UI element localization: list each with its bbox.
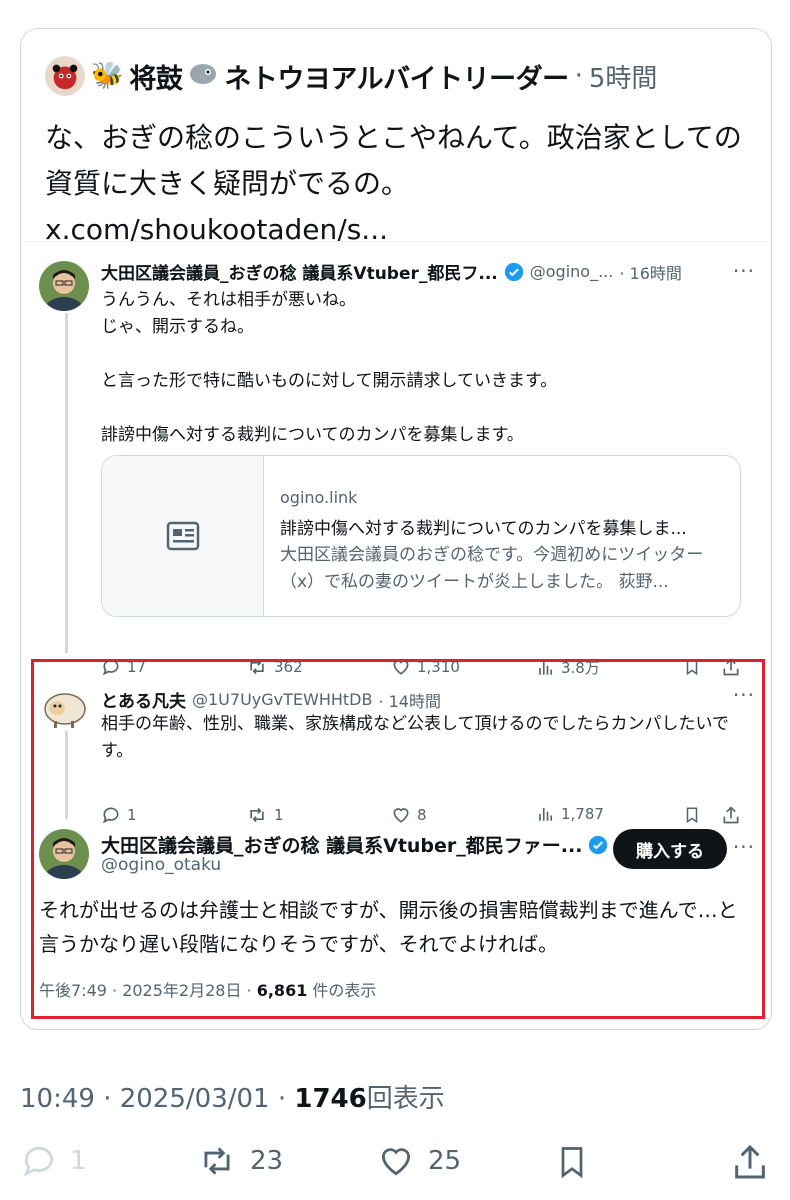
post-header: 大田区議会議員_おぎの稔 議員系Vtuber_都民ファー...	[101, 831, 608, 858]
heart-icon	[381, 1148, 411, 1176]
share-icon	[735, 1144, 765, 1179]
avatar[interactable]	[39, 261, 89, 311]
repost-count: 23	[250, 1146, 284, 1176]
quote-time[interactable]: 5時間	[589, 58, 658, 95]
more-options-icon[interactable]: ···	[733, 259, 755, 283]
bird-icon	[188, 60, 218, 93]
handle[interactable]: @1U7UyGvTEWHHtDB	[192, 690, 372, 709]
bookmark-button[interactable]	[683, 805, 701, 825]
tweet-view-count: 1746	[294, 1084, 367, 1114]
like-button[interactable]: 25	[376, 1142, 461, 1180]
post-timestamp[interactable]: 午後7:49 · 2025年2月28日 ·	[39, 981, 257, 1000]
bookmark-icon	[561, 1147, 583, 1179]
views-icon	[539, 808, 553, 821]
views-button[interactable]: 1,787	[537, 805, 604, 823]
article-icon	[102, 456, 264, 616]
verified-badge-icon	[589, 835, 608, 854]
quote-author-name-2[interactable]: ネトウヨアルバイトリーダー	[224, 57, 569, 96]
reply-button[interactable]: 1	[20, 1142, 87, 1180]
divider	[21, 241, 771, 242]
bookmark-icon	[686, 807, 698, 824]
view-count-label: 件の表示	[307, 981, 377, 1000]
share-icon	[723, 806, 739, 824]
tweet-actions: 1 23 25	[20, 1142, 772, 1186]
bookmark-button[interactable]	[554, 1142, 590, 1182]
author-name[interactable]: 大田区議会議員_おぎの稔 議員系Vtuber_都民フ...	[101, 259, 498, 284]
avatar[interactable]	[39, 681, 89, 731]
repost-icon	[250, 807, 264, 823]
embedded-post[interactable]: 大田区議会議員_おぎの稔 議員系Vtuber_都民フ... @ogino_...…	[39, 259, 755, 677]
post-meta: 午後7:49 · 2025年2月28日 · 6,861 件の表示	[39, 977, 376, 1001]
reply-count: 1	[127, 806, 137, 824]
more-options-icon[interactable]: ···	[733, 835, 755, 859]
reply-icon	[23, 1146, 54, 1177]
main-post[interactable]: 大田区議会議員_おぎの稔 議員系Vtuber_都民ファー... @ogino_o…	[39, 829, 755, 1009]
link-card[interactable]: ogino.link 誹謗中傷へ対する裁判についてのカンパを募集しま... 大田…	[101, 455, 741, 617]
quote-text: な、おぎの稔のこういうとこやねんて。政治家としての資質に大きく疑問がでるの。 x…	[45, 121, 742, 246]
post-text: うんうん、それは相手が悪いね。 じゃ、開示するね。 と言った形で特に酷いものに対…	[101, 290, 558, 445]
tweet-view-label: 回表示	[366, 1084, 445, 1114]
post-text: 相手の年齢、性別、職業、家族構成など公表して頂けるのでしたらカンパしたいです。	[101, 714, 729, 761]
repost-button[interactable]: 23	[196, 1142, 283, 1180]
tweet-meta: 10:49 · 2025/03/01 · 1746回表示	[20, 1078, 445, 1115]
handle[interactable]: @ogino_...	[530, 262, 614, 281]
post-actions: 1 1 8 1,787	[101, 805, 743, 829]
reply-icon	[102, 807, 119, 824]
post-time[interactable]: · 14時間	[378, 688, 441, 712]
tweet-timestamp[interactable]: 10:49 · 2025/03/01 ·	[20, 1084, 294, 1114]
like-count: 8	[417, 806, 427, 824]
repost-count: 1	[274, 806, 284, 824]
post-text: それが出せるのは弁護士と相談ですが、開示後の損害賠償裁判まで進んで…と言うかなり…	[39, 898, 738, 956]
separator: ·	[574, 61, 583, 91]
like-button[interactable]: 8	[391, 805, 427, 825]
share-button[interactable]	[721, 805, 741, 825]
avatar[interactable]	[39, 829, 89, 879]
share-button[interactable]	[730, 1142, 770, 1182]
author-name[interactable]: とある凡夫	[101, 687, 186, 712]
views-count: 1,787	[561, 805, 604, 823]
repost-icon	[204, 1147, 230, 1175]
quote-author-name[interactable]: 将鼓	[129, 57, 183, 96]
reply-count: 1	[70, 1146, 87, 1176]
quote-author-avatar[interactable]	[45, 56, 85, 96]
bee-icon: 🐝	[91, 61, 124, 91]
repost-button[interactable]: 1	[246, 805, 284, 825]
heart-icon	[393, 808, 409, 823]
link-description: 大田区議会議員のおぎの稔です。今週初めにツイッター（x）で私の妻のツイートが炎上…	[280, 545, 704, 592]
post-header: とある凡夫 @1U7UyGvTEWHHtDB · 14時間	[101, 687, 441, 712]
quote-card[interactable]: 🐝 将鼓 ネトウヨアルバイトリーダー · 5時間 な、おぎの稔のこういうとこやね…	[20, 28, 772, 1030]
reply-button[interactable]: 1	[101, 805, 137, 825]
more-options-icon[interactable]: ···	[733, 683, 755, 707]
buy-button[interactable]: 購入する	[613, 829, 727, 869]
verified-badge-icon	[504, 262, 523, 281]
author-name[interactable]: 大田区議会議員_おぎの稔 議員系Vtuber_都民ファー...	[101, 831, 582, 858]
reply-post[interactable]: とある凡夫 @1U7UyGvTEWHHtDB · 14時間 ··· 相手の年齢、…	[39, 681, 755, 824]
like-count: 25	[428, 1146, 462, 1176]
view-count: 6,861	[256, 981, 308, 1000]
handle[interactable]: @ogino_otaku	[101, 855, 221, 875]
quote-header: 🐝 将鼓 ネトウヨアルバイトリーダー · 5時間	[45, 53, 657, 99]
post-time[interactable]: · 16時間	[619, 260, 682, 284]
link-domain: ogino.link	[280, 488, 358, 507]
post-header: 大田区議会議員_おぎの稔 議員系Vtuber_都民フ... @ogino_...…	[101, 259, 682, 284]
link-title: 誹謗中傷へ対する裁判についてのカンパを募集しま...	[280, 519, 687, 539]
